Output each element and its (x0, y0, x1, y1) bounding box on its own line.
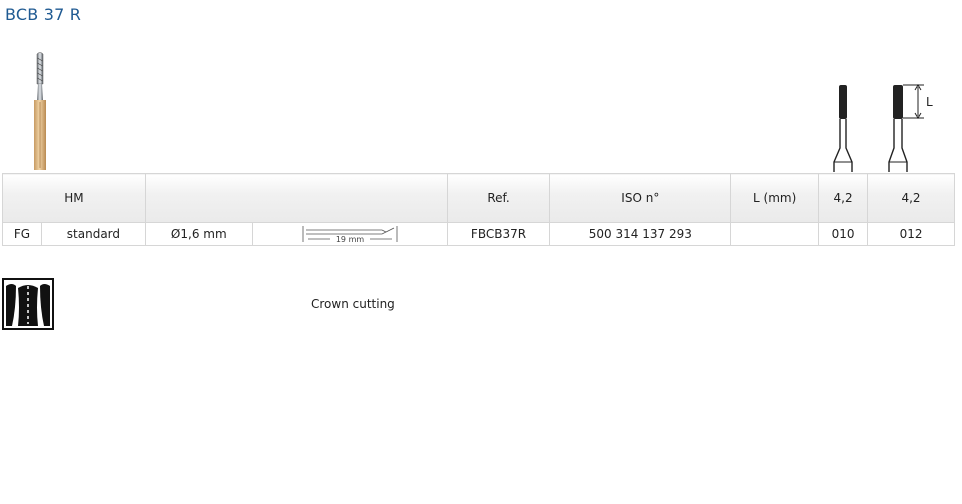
cell-ref: FBCB37R (446, 222, 551, 246)
header-ref: Ref. (446, 173, 551, 223)
header-material: HM (2, 173, 146, 223)
header-l-value-2: 4,2 (867, 173, 955, 223)
cell-iso: 500 314 137 293 (549, 222, 732, 246)
cell-size-2: 012 (867, 222, 955, 246)
table-row: FG standard Ø1,6 mm 19 mm FBCB37R 500 31… (2, 222, 955, 246)
header-l-value-1: 4,2 (818, 173, 869, 223)
bur-photo-icon (34, 52, 46, 170)
shank-length-label: 19 mm (335, 235, 364, 244)
shank-length-icon: 19 mm (302, 226, 398, 244)
bur-profile-012-icon: L (888, 84, 933, 172)
cell-size-1: 010 (818, 222, 869, 246)
spec-table: HM Ref. ISO n° L (mm) 4,2 4,2 FG standar… (2, 173, 955, 246)
length-label: L (926, 95, 933, 109)
header-length: L (mm) (730, 173, 820, 223)
crown-cutting-icon (2, 278, 54, 330)
header-blank (144, 173, 448, 223)
cell-length (730, 222, 820, 246)
cell-type: standard (40, 222, 146, 246)
usage-description: Crown cutting (311, 297, 395, 311)
table-header-row: HM Ref. ISO n° L (mm) 4,2 4,2 (2, 173, 955, 223)
cell-diameter: Ø1,6 mm (144, 222, 253, 246)
header-iso: ISO n° (549, 173, 732, 223)
cell-shank: FG (2, 222, 42, 246)
product-title: BCB 37 R (5, 5, 82, 24)
bur-profile-010-icon (833, 85, 853, 172)
cell-shank-drawing: 19 mm (251, 222, 448, 246)
